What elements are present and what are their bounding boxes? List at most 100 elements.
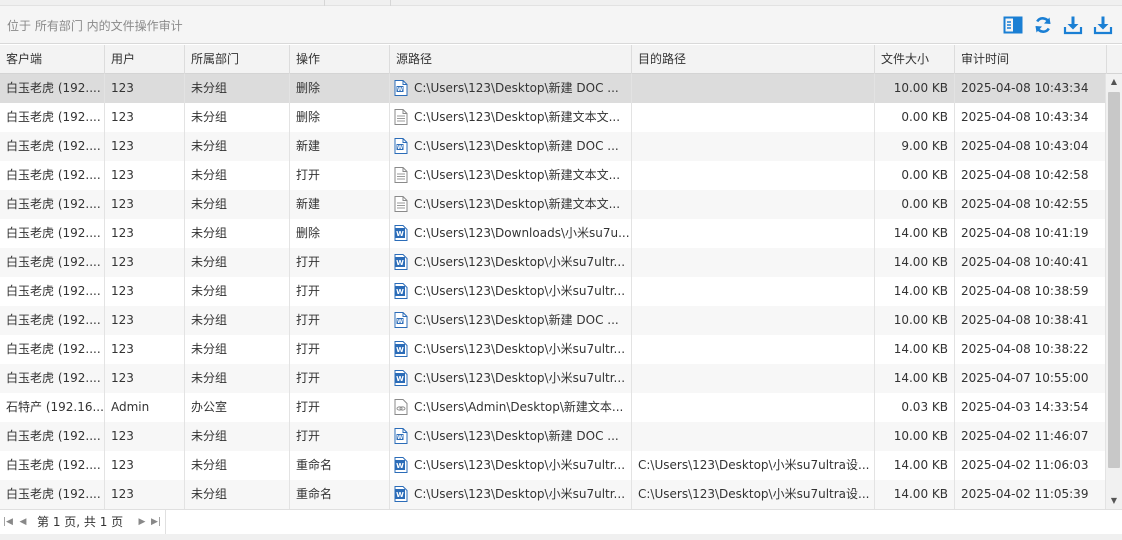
cell-user: 123 (105, 190, 185, 219)
first-page-icon[interactable]: |◀ (2, 515, 14, 529)
column-header-source-path[interactable]: 源路径 (390, 45, 632, 74)
cell-client: 白玉老虎 (192.... (0, 103, 105, 132)
text-file-icon (394, 195, 408, 212)
grid-header: 客户端 用户 所属部门 操作 源路径 目的路径 文件大小 审计时间 (0, 45, 1122, 74)
cell-client: 白玉老虎 (192.... (0, 190, 105, 219)
table-row[interactable]: 白玉老虎 (192.... 123 未分组 重命名 W C:\Users\123\Desk… (0, 480, 1106, 509)
cell-target-path (632, 277, 875, 306)
column-header-audit-time[interactable]: 审计时间 (955, 45, 1107, 74)
cell-target-path (632, 364, 875, 393)
scroll-up-arrow-icon[interactable]: ▲ (1106, 74, 1122, 90)
cell-client: 白玉老虎 (192.... (0, 219, 105, 248)
cell-client: 白玉老虎 (192.... (0, 132, 105, 161)
column-header-client[interactable]: 客户端 (0, 45, 105, 74)
cell-audit-time: 2025-04-08 10:43:34 (955, 74, 1106, 103)
cell-operation: 打开 (290, 364, 390, 393)
source-path-text: C:\Users\123\Downloads\小米su7u... (414, 226, 630, 240)
vertical-scrollbar[interactable]: ▲ ▼ (1106, 74, 1122, 509)
word-icon: W (394, 137, 408, 154)
table-row[interactable]: 石特产 (192.16... Admin 办公室 打开 C:\Users\Admin\D… (0, 393, 1106, 422)
column-settings-icon[interactable] (1003, 15, 1023, 35)
word-icon: W (394, 311, 408, 328)
source-path-text: C:\Users\123\Desktop\小米su7ultr... (414, 342, 626, 356)
column-header-operation[interactable]: 操作 (290, 45, 390, 74)
cell-client: 白玉老虎 (192.... (0, 248, 105, 277)
cell-operation: 打开 (290, 161, 390, 190)
cell-user: 123 (105, 480, 185, 509)
table-row[interactable]: 白玉老虎 (192.... 123 未分组 删除 C:\Users\123\Deskto… (0, 103, 1106, 132)
cell-file-size: 10.00 KB (875, 306, 955, 335)
table-row[interactable]: 白玉老虎 (192.... 123 未分组 删除 W C:\Users\123\Deskt… (0, 74, 1106, 103)
table-row[interactable]: 白玉老虎 (192.... 123 未分组 打开 W C:\Users\123\Deskt… (0, 335, 1106, 364)
word-docx-icon: W (394, 340, 408, 357)
cell-client: 白玉老虎 (192.... (0, 364, 105, 393)
table-row[interactable]: 白玉老虎 (192.... 123 未分组 打开 W C:\Users\123\Deskt… (0, 306, 1106, 335)
cell-operation: 删除 (290, 103, 390, 132)
cell-source-path: C:\Users\Admin\Desktop\新建文本... (390, 393, 632, 422)
scrollbar-thumb[interactable] (1108, 92, 1120, 468)
last-page-icon[interactable]: ▶| (150, 515, 162, 529)
source-path-text: C:\Users\123\Desktop\小米su7ultr... (414, 487, 626, 501)
source-path-text: C:\Users\123\Desktop\新建 DOC ... (414, 313, 619, 327)
cell-operation: 删除 (290, 219, 390, 248)
table-row[interactable]: 白玉老虎 (192.... 123 未分组 打开 W C:\Users\123\Deskt… (0, 422, 1106, 451)
table-row[interactable]: 白玉老虎 (192.... 123 未分组 新建 W C:\Users\123\Deskt… (0, 132, 1106, 161)
cell-department: 未分组 (185, 190, 290, 219)
column-header-target-path[interactable]: 目的路径 (632, 45, 875, 74)
cell-operation: 新建 (290, 132, 390, 161)
cell-source-path: C:\Users\123\Desktop\新建文本文... (390, 190, 632, 219)
cell-department: 未分组 (185, 277, 290, 306)
cell-file-size: 0.03 KB (875, 393, 955, 422)
cell-client: 白玉老虎 (192.... (0, 451, 105, 480)
scroll-down-arrow-icon[interactable]: ▼ (1106, 493, 1122, 509)
cell-user: 123 (105, 306, 185, 335)
cell-source-path: W C:\Users\123\Desktop\小米su7ultr... (390, 277, 632, 306)
cell-operation: 打开 (290, 306, 390, 335)
table-row[interactable]: 白玉老虎 (192.... 123 未分组 打开 W C:\Users\123\Deskt… (0, 277, 1106, 306)
cell-source-path: C:\Users\123\Desktop\新建文本文... (390, 103, 632, 132)
cell-audit-time: 2025-04-08 10:38:59 (955, 277, 1106, 306)
svg-text:W: W (397, 87, 403, 93)
cell-file-size: 14.00 KB (875, 335, 955, 364)
cell-department: 未分组 (185, 480, 290, 509)
cell-audit-time: 2025-04-02 11:05:39 (955, 480, 1106, 509)
cell-client: 白玉老虎 (192.... (0, 277, 105, 306)
cell-user: 123 (105, 335, 185, 364)
cell-department: 未分组 (185, 335, 290, 364)
cell-department: 未分组 (185, 364, 290, 393)
cell-operation: 重命名 (290, 480, 390, 509)
table-row[interactable]: 白玉老虎 (192.... 123 未分组 打开 C:\Users\123\Deskto… (0, 161, 1106, 190)
cell-file-size: 9.00 KB (875, 132, 955, 161)
table-row[interactable]: 白玉老虎 (192.... 123 未分组 打开 W C:\Users\123\Deskt… (0, 364, 1106, 393)
cell-user: 123 (105, 248, 185, 277)
export-icon[interactable] (1063, 15, 1083, 35)
cell-file-size: 0.00 KB (875, 190, 955, 219)
next-page-icon[interactable]: ▶ (136, 515, 148, 529)
cell-audit-time: 2025-04-08 10:42:58 (955, 161, 1106, 190)
column-header-user[interactable]: 用户 (105, 45, 185, 74)
cell-user: Admin (105, 393, 185, 422)
column-header-department[interactable]: 所属部门 (185, 45, 290, 74)
cell-target-path (632, 103, 875, 132)
refresh-icon[interactable] (1033, 15, 1053, 35)
table-row[interactable]: 白玉老虎 (192.... 123 未分组 删除 W C:\Users\123\Downl… (0, 219, 1106, 248)
cell-operation: 重命名 (290, 451, 390, 480)
column-header-file-size[interactable]: 文件大小 (875, 45, 955, 74)
cell-target-path (632, 161, 875, 190)
cell-client: 白玉老虎 (192.... (0, 306, 105, 335)
svg-text:W: W (396, 346, 404, 354)
table-row[interactable]: 白玉老虎 (192.... 123 未分组 重命名 W C:\Users\123\Desk… (0, 451, 1106, 480)
table-row[interactable]: 白玉老虎 (192.... 123 未分组 打开 W C:\Users\123\Deskt… (0, 248, 1106, 277)
cell-user: 123 (105, 161, 185, 190)
cell-source-path: W C:\Users\123\Downloads\小米su7u... (390, 219, 632, 248)
table-row[interactable]: 白玉老虎 (192.... 123 未分组 新建 C:\Users\123\Deskto… (0, 190, 1106, 219)
download-icon[interactable] (1093, 15, 1113, 35)
cell-source-path: W C:\Users\123\Desktop\小米su7ultr... (390, 335, 632, 364)
cell-target-path (632, 132, 875, 161)
word-icon: W (394, 427, 408, 444)
link-file-icon (394, 398, 408, 415)
cell-target-path: C:\Users\123\Desktop\小米su7ultra设... (632, 451, 875, 480)
word-docx-icon: W (394, 253, 408, 270)
prev-page-icon[interactable]: ◀ (17, 515, 29, 529)
cell-user: 123 (105, 451, 185, 480)
